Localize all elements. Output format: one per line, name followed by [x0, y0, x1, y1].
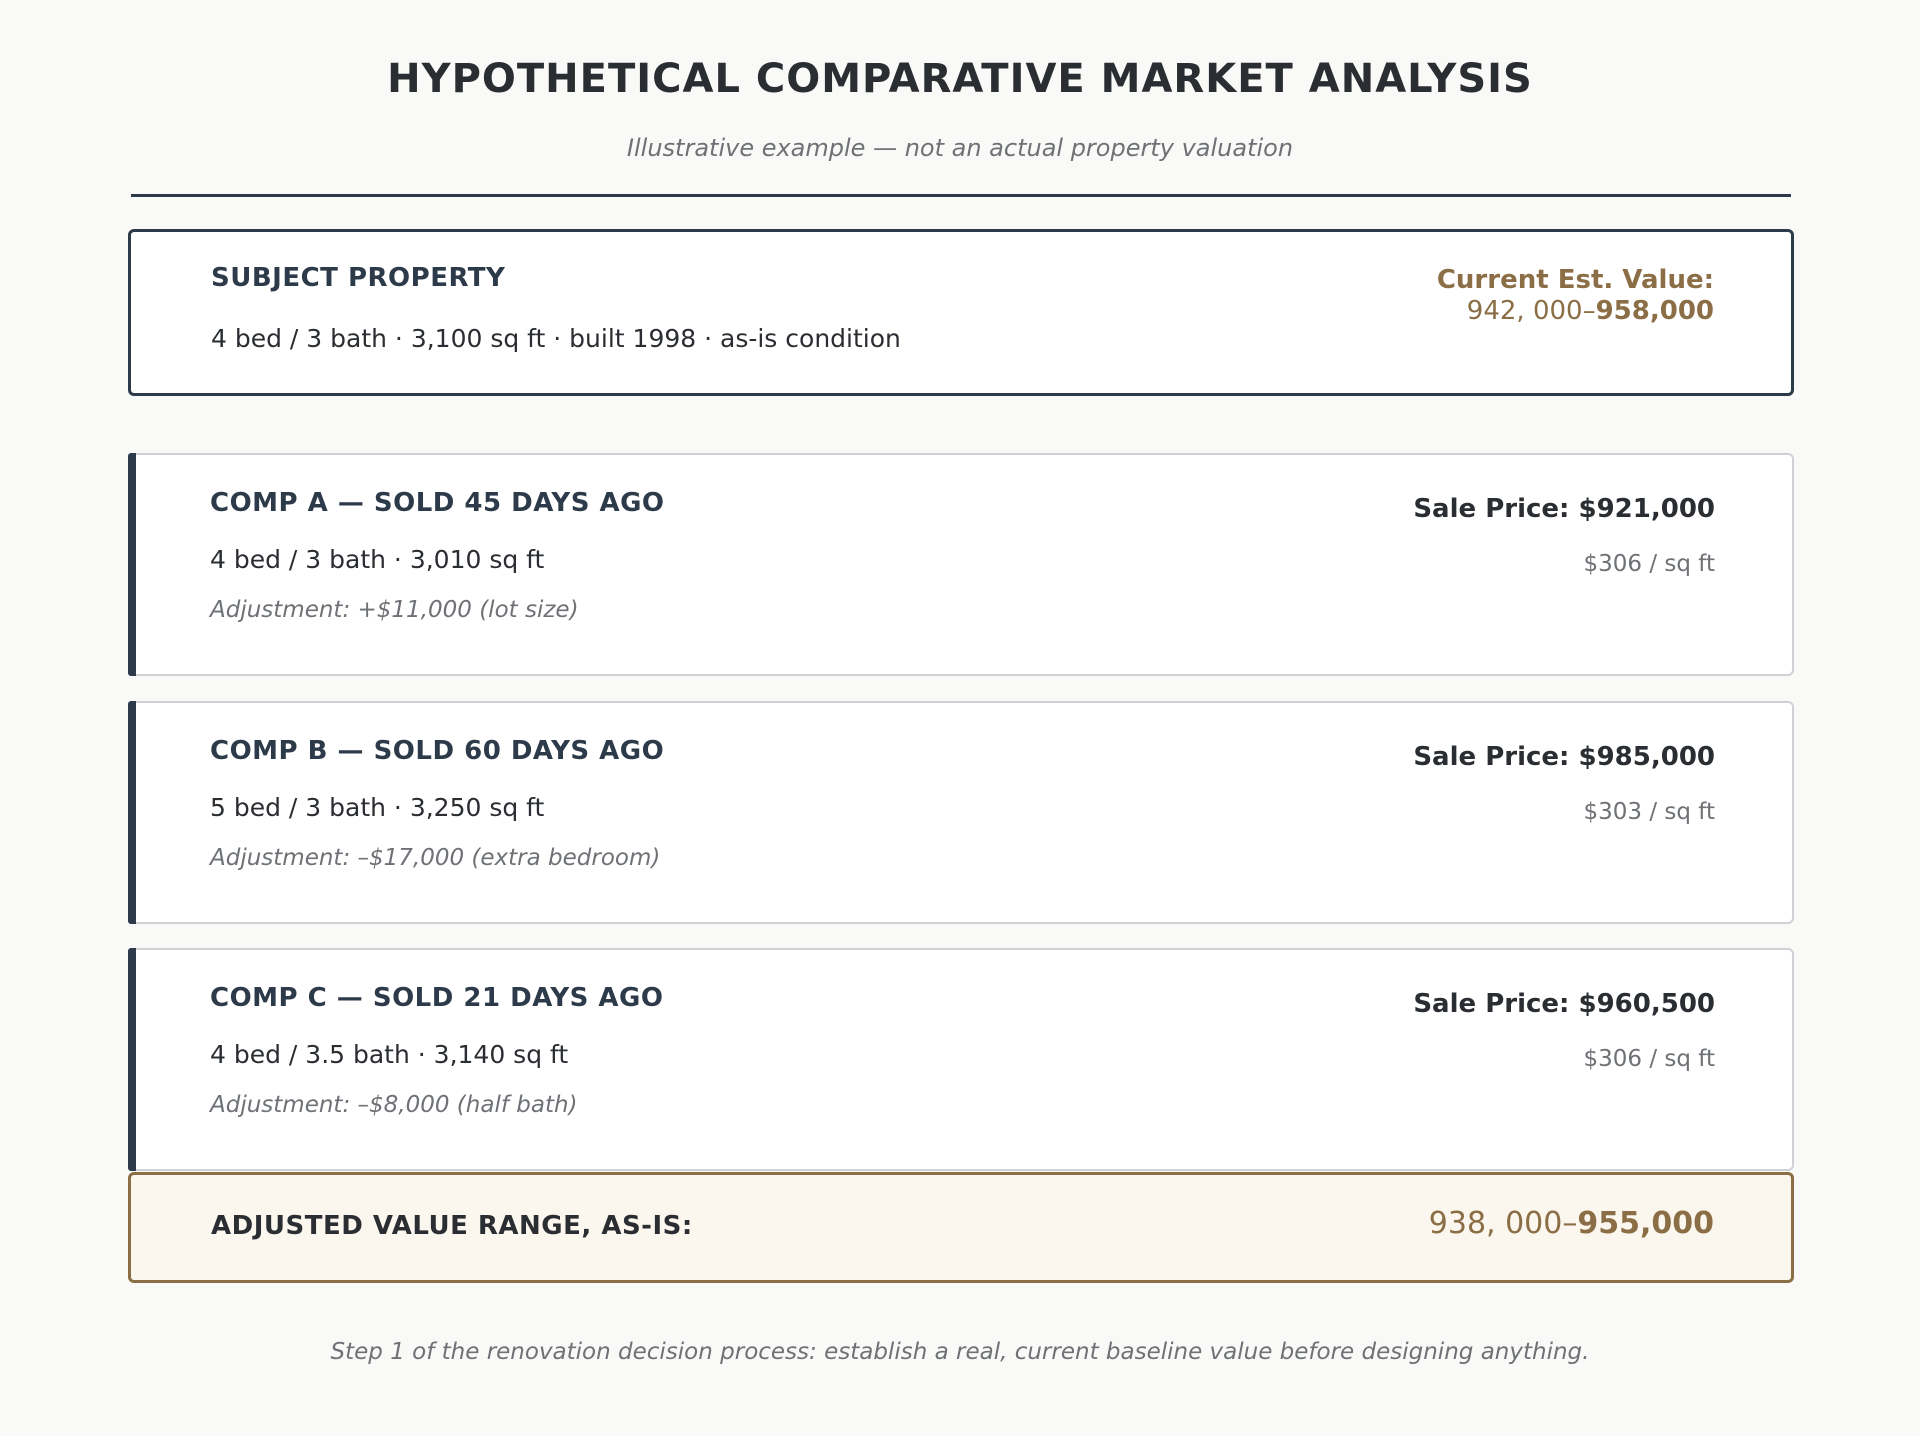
adjusted-value-summary: ADJUSTED VALUE RANGE, AS-IS: 938, 000–95… — [128, 1172, 1794, 1283]
footer-note: Step 1 of the renovation decision proces… — [330, 1339, 1590, 1365]
comp-details: 4 bed / 3.5 bath · 3,140 sq ft — [210, 1040, 569, 1069]
comp-accent-bar — [128, 948, 136, 1171]
title-divider — [131, 194, 1791, 197]
comp-heading: COMP C — SOLD 21 DAYS AGO — [210, 983, 664, 1013]
comp-accent-bar — [128, 453, 136, 676]
summary-heading: ADJUSTED VALUE RANGE, AS-IS: — [211, 1211, 693, 1241]
page-subtitle: Illustrative example — not an actual pro… — [626, 134, 1294, 162]
comp-adjustment: Adjustment: +$11,000 (lot size) — [210, 597, 579, 623]
subject-details: 4 bed / 3 bath · 3,100 sq ft · built 199… — [211, 324, 901, 353]
comp-sale-price: Sale Price: $985,000 — [1413, 742, 1715, 772]
comp-sale-price: Sale Price: $960,500 — [1413, 989, 1715, 1019]
current-value-label: Current Est. Value: — [1436, 265, 1714, 295]
comp-details: 5 bed / 3 bath · 3,250 sq ft — [210, 793, 545, 822]
adjusted-value-range: 938, 000–955,000 — [1429, 1206, 1714, 1241]
comp-card-a: COMP A — SOLD 45 DAYS AGO 4 bed / 3 bath… — [128, 453, 1794, 676]
comp-sale-price: Sale Price: $921,000 — [1413, 494, 1715, 524]
current-value-range: 942, 000–958,000 — [1467, 296, 1714, 326]
page-title: HYPOTHETICAL COMPARATIVE MARKET ANALYSIS — [387, 56, 1533, 102]
comp-card-b: COMP B — SOLD 60 DAYS AGO 5 bed / 3 bath… — [128, 701, 1794, 924]
comp-price-per-sqft: $306 / sq ft — [1583, 551, 1715, 577]
comp-accent-bar — [128, 701, 136, 924]
comp-price-per-sqft: $303 / sq ft — [1583, 799, 1715, 825]
comp-heading: COMP B — SOLD 60 DAYS AGO — [210, 736, 665, 766]
comp-details: 4 bed / 3 bath · 3,010 sq ft — [210, 545, 545, 574]
subject-heading: SUBJECT PROPERTY — [211, 263, 506, 293]
comp-adjustment: Adjustment: –$8,000 (half bath) — [210, 1092, 578, 1118]
comp-heading: COMP A — SOLD 45 DAYS AGO — [210, 488, 665, 518]
adjusted-value-high: 955,000 — [1577, 1206, 1714, 1241]
current-value-low: 942, 000– — [1466, 296, 1596, 326]
adjusted-value-low: 938, 000– — [1428, 1206, 1578, 1241]
comp-price-per-sqft: $306 / sq ft — [1583, 1046, 1715, 1072]
subject-property-card: SUBJECT PROPERTY 4 bed / 3 bath · 3,100 … — [128, 229, 1794, 396]
comp-adjustment: Adjustment: –$17,000 (extra bedroom) — [210, 845, 661, 871]
comp-card-c: COMP C — SOLD 21 DAYS AGO 4 bed / 3.5 ba… — [128, 948, 1794, 1171]
current-value-high: 958,000 — [1595, 296, 1714, 326]
